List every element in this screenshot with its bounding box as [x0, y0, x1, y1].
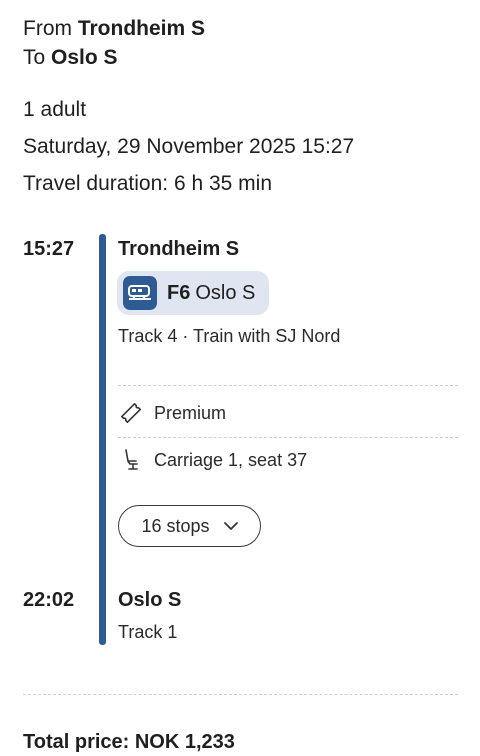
ticket-icon	[118, 400, 144, 426]
line-destination: Oslo S	[195, 281, 256, 304]
train-service-chip[interactable]: F6 Oslo S	[117, 271, 269, 315]
arrival-station: Oslo S	[118, 589, 182, 611]
ticket-class-row: Premium	[118, 400, 226, 426]
ticket-class-label: Premium	[154, 402, 227, 423]
route-from: From Trondheim S	[23, 16, 205, 42]
stops-toggle-button[interactable]: 16 stops	[118, 505, 261, 547]
seat-icon	[118, 447, 144, 473]
to-label: To	[23, 46, 46, 69]
divider	[118, 437, 458, 438]
passenger-count: 1 adult	[23, 98, 87, 121]
seat-label: Carriage 1, seat 37	[154, 449, 308, 470]
route-to: To Oslo S	[23, 45, 118, 71]
arrival-track: Track 1	[118, 622, 178, 642]
total-price: Total price: NOK 1,233	[23, 731, 235, 753]
from-label: From	[23, 17, 72, 40]
chevron-down-icon	[223, 521, 238, 530]
departure-station: Trondheim S	[118, 238, 240, 260]
departure-datetime: Saturday, 29 November 2025 15:27	[23, 135, 355, 158]
to-station: Oslo S	[51, 46, 118, 69]
journey-line	[99, 234, 106, 645]
line-code: F6	[167, 281, 191, 304]
service-details: Track 4 · Train with SJ Nord	[118, 326, 341, 346]
travel-duration: Travel duration: 6 h 35 min	[23, 172, 273, 195]
divider	[23, 694, 458, 695]
seat-row: Carriage 1, seat 37	[118, 447, 307, 473]
train-icon	[123, 276, 157, 310]
departure-time: 15:27	[23, 238, 75, 260]
from-station: Trondheim S	[77, 17, 206, 40]
stops-label: 16 stops	[141, 515, 210, 536]
divider	[118, 385, 458, 386]
arrival-time: 22:02	[23, 589, 75, 611]
